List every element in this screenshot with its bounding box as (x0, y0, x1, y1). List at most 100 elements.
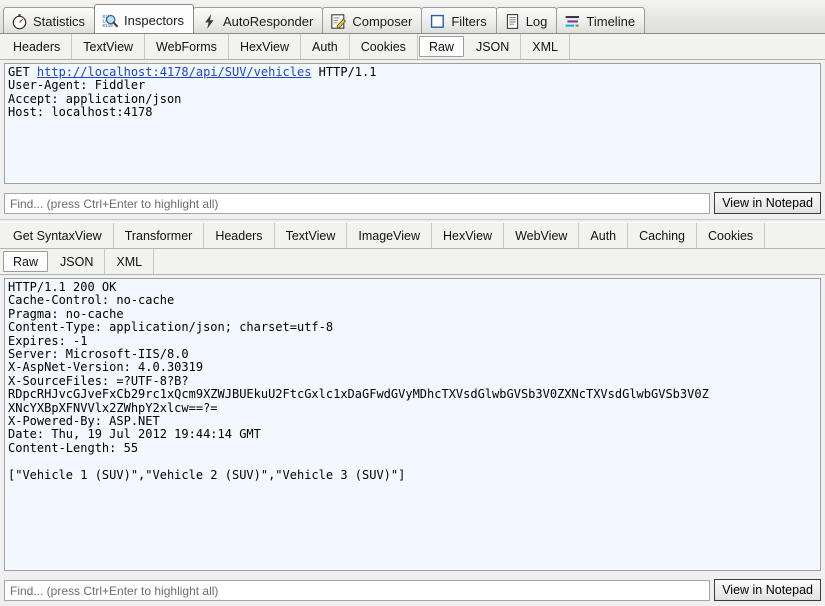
response-tab-raw-label: Raw (13, 254, 39, 269)
main-tab-statistics[interactable]: Statistics (3, 7, 96, 33)
request-tab-textview[interactable]: TextView (72, 34, 146, 59)
fiddler-inspectors-window: Statistics 0101 1010 0110 Inspectors Au (0, 0, 825, 606)
stopwatch-icon (11, 13, 28, 30)
response-tab-xml-label: XML (116, 254, 143, 269)
response-tab-headers[interactable]: Headers (204, 223, 275, 248)
response-header-server: Server: Microsoft-IIS/8.0 (8, 347, 189, 362)
request-header-host: Host: localhost:4178 (8, 105, 153, 120)
response-raw-view[interactable]: HTTP/1.1 200 OK Cache-Control: no-cache … (4, 278, 821, 571)
response-tab-cookies[interactable]: Cookies (697, 223, 766, 248)
response-tab-strip-row1: Get SyntaxView Transformer Headers TextV… (0, 223, 825, 249)
response-header-x-sourcefiles: X-SourceFiles: =?UTF-8?B? (8, 373, 189, 388)
main-tab-timeline[interactable]: Timeline (556, 7, 646, 33)
request-tab-raw-label: Raw (428, 39, 454, 54)
notepad-pencil-icon (330, 13, 347, 30)
response-tab-transformer-label: Transformer (124, 228, 193, 243)
response-body-json: ["Vehicle 1 (SUV)","Vehicle 2 (SUV)","Ve… (8, 467, 406, 482)
response-tab-caching-label: Caching (639, 228, 686, 243)
main-tab-filters-label: Filters (451, 13, 487, 29)
request-tab-auth[interactable]: Auth (301, 34, 350, 59)
request-tab-json-label: JSON (475, 39, 510, 54)
request-raw-view[interactable]: GET http://localhost:4178/api/SUV/vehicl… (4, 63, 821, 184)
request-tab-textview-label: TextView (83, 39, 134, 54)
timeline-bars-icon (564, 13, 581, 30)
request-tab-webforms-label: WebForms (156, 39, 217, 54)
response-status-line: HTTP/1.1 200 OK (8, 280, 117, 294)
request-tab-hexview[interactable]: HexView (229, 34, 302, 59)
main-tab-timeline-label: Timeline (586, 13, 636, 29)
main-tab-autoresponder[interactable]: AutoResponder (193, 7, 324, 33)
response-tab-strip-row1-filler (765, 223, 825, 248)
response-tab-webview[interactable]: WebView (504, 223, 580, 248)
response-header-expires: Expires: -1 (8, 333, 88, 348)
main-tab-composer[interactable]: Composer (322, 7, 423, 33)
main-tab-log[interactable]: Log (495, 7, 558, 33)
lightning-icon (201, 13, 218, 30)
response-tab-auth[interactable]: Auth (579, 223, 629, 248)
response-header-x-sourcefiles-b64-line1: RDpcRHJvcGJveFxCb29rc1xQcm9XZWJBUEkuU2Ft… (8, 387, 709, 402)
response-tab-webview-label: WebView (515, 228, 568, 243)
main-tab-composer-label: Composer (352, 13, 413, 29)
main-tab-log-label: Log (525, 13, 548, 29)
log-document-icon (504, 13, 521, 30)
request-tab-headers[interactable]: Headers (2, 34, 73, 59)
response-tab-transformer[interactable]: Transformer (114, 223, 205, 248)
response-tab-get-syntaxview-label: Get SyntaxView (13, 228, 102, 243)
response-tab-hexview[interactable]: HexView (432, 223, 505, 248)
main-tab-autoresponder-label: AutoResponder (223, 13, 314, 29)
response-find-row: Find... (press Ctrl+Enter to highlight a… (0, 575, 825, 606)
request-tab-raw[interactable]: Raw (418, 36, 464, 57)
response-tab-cookies-label: Cookies (708, 228, 754, 243)
request-tab-xml[interactable]: XML (521, 34, 570, 59)
response-header-x-sourcefiles-b64-line2: XNcYXBpXFNVVlx2ZWhpY2xlcw==?= (8, 400, 218, 415)
response-tab-strip-row2-filler (154, 249, 825, 274)
filter-square-icon (429, 13, 446, 30)
request-tab-webforms[interactable]: WebForms (145, 34, 229, 59)
response-header-pragma: Pragma: no-cache (8, 306, 124, 321)
inspectors-icon: 0101 1010 0110 (102, 12, 119, 29)
response-tab-json[interactable]: JSON (49, 249, 106, 274)
response-header-x-powered-by: X-Powered-By: ASP.NET (8, 414, 160, 429)
response-header-content-type: Content-Type: application/json; charset=… (8, 320, 334, 335)
response-tab-json-label: JSON (60, 254, 94, 269)
request-tab-hexview-label: HexView (239, 39, 290, 54)
main-tab-statistics-label: Statistics (33, 13, 86, 29)
request-http-version: HTTP/1.1 (311, 65, 377, 79)
request-tab-auth-label: Auth (312, 39, 338, 54)
request-find-input[interactable]: Find... (press Ctrl+Enter to highlight a… (4, 192, 711, 214)
request-tab-cookies[interactable]: Cookies (350, 34, 418, 59)
response-panel: HTTP/1.1 200 OK Cache-Control: no-cache … (0, 275, 825, 575)
main-tab-strip: Statistics 0101 1010 0110 Inspectors Au (0, 0, 825, 34)
response-tab-raw[interactable]: Raw (3, 251, 49, 272)
request-method: GET (8, 65, 37, 79)
response-tab-strip-row2: Raw JSON XML (0, 249, 825, 275)
response-tab-imageview[interactable]: ImageView (347, 223, 432, 248)
svg-text:0110: 0110 (102, 24, 113, 29)
request-tab-headers-label: Headers (13, 39, 61, 54)
request-tab-json[interactable]: JSON (465, 34, 522, 59)
request-tab-strip-filler (570, 34, 825, 59)
request-find-row: Find... (press Ctrl+Enter to highlight a… (0, 188, 825, 219)
main-tab-inspectors[interactable]: 0101 1010 0110 Inspectors (94, 4, 194, 33)
response-view-in-notepad-button[interactable]: View in Notepad (714, 579, 821, 601)
request-header-user-agent: User-Agent: Fiddler (8, 78, 146, 93)
response-find-input[interactable]: Find... (press Ctrl+Enter to highlight a… (4, 579, 711, 601)
response-tab-headers-label: Headers (215, 228, 263, 243)
request-tab-xml-label: XML (532, 39, 558, 54)
response-tab-caching[interactable]: Caching (628, 223, 698, 248)
response-tab-textview[interactable]: TextView (275, 223, 348, 248)
request-view-in-notepad-button[interactable]: View in Notepad (714, 192, 821, 214)
request-url-link[interactable]: http://localhost:4178/api/SUV/vehicles (37, 65, 312, 79)
response-tab-imageview-label: ImageView (358, 228, 420, 243)
response-tab-xml[interactable]: XML (105, 249, 155, 274)
response-header-content-length: Content-Length: 55 (8, 440, 139, 455)
request-header-accept: Accept: application/json (8, 91, 182, 106)
response-header-x-aspnet-version: X-AspNet-Version: 4.0.30319 (8, 360, 204, 375)
response-header-date: Date: Thu, 19 Jul 2012 19:44:14 GMT (8, 427, 261, 442)
response-tab-hexview-label: HexView (442, 228, 493, 243)
request-panel: GET http://localhost:4178/api/SUV/vehicl… (0, 60, 825, 188)
response-tab-get-syntaxview[interactable]: Get SyntaxView (2, 223, 114, 248)
main-tab-filters[interactable]: Filters (421, 7, 497, 33)
request-tab-strip: Headers TextView WebForms HexView Auth C… (0, 34, 825, 60)
main-tab-inspectors-label: Inspectors (124, 12, 184, 28)
